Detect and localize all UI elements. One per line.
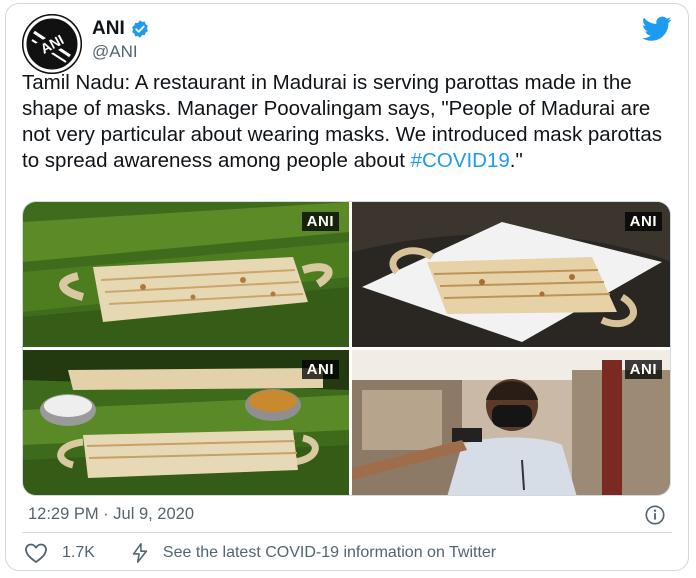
- ani-watermark: ANI: [624, 212, 662, 231]
- photo-parotta-bowls[interactable]: ANI: [23, 350, 349, 495]
- photo-parotta-plate-image: [352, 202, 670, 347]
- author-handle[interactable]: @ANI: [92, 42, 138, 62]
- like-count[interactable]: 1.7K: [62, 544, 95, 562]
- divider: [22, 532, 672, 533]
- tweet-timestamp[interactable]: 12:29 PM · Jul 9, 2020: [28, 505, 194, 524]
- ani-watermark: ANI: [624, 360, 662, 379]
- tweet-text-end: .": [509, 149, 523, 172]
- photo-parotta-leaf-image: [23, 202, 349, 347]
- heart-icon[interactable]: [24, 542, 48, 564]
- verified-badge-icon: [131, 20, 148, 38]
- photo-parotta-plate[interactable]: ANI: [352, 202, 670, 347]
- tweet-text-main: Tamil Nadu: A restaurant in Madurai is s…: [22, 71, 662, 172]
- photo-parotta-bowls-image: [23, 350, 349, 495]
- covid-info-link[interactable]: See the latest COVID-19 information on T…: [163, 544, 496, 562]
- photo-parotta-leaf[interactable]: ANI: [23, 202, 349, 347]
- author-name[interactable]: ANI: [92, 18, 125, 40]
- hashtag-link[interactable]: #COVID19: [411, 149, 510, 172]
- lightning-bolt-icon: [132, 543, 148, 563]
- ani-logo-icon: ANI: [22, 14, 82, 74]
- author-row: ANI: [92, 18, 150, 40]
- media-grid: ANI ANI ANI ANI: [22, 201, 671, 496]
- ani-watermark: ANI: [301, 212, 339, 231]
- avatar[interactable]: ANI: [22, 14, 82, 74]
- info-icon[interactable]: [644, 504, 666, 526]
- tweet-card: ANI ANI @ANI Tamil Nadu: A restaurant in…: [5, 3, 689, 571]
- twitter-bird-icon[interactable]: [642, 16, 672, 42]
- tweet-text: Tamil Nadu: A restaurant in Madurai is s…: [22, 70, 682, 174]
- actions-bar: 1.7K See the latest COVID-19 information…: [24, 542, 496, 564]
- ani-watermark: ANI: [301, 360, 339, 379]
- photo-manager-interview[interactable]: ANI: [352, 350, 670, 495]
- photo-manager-interview-image: [352, 350, 670, 495]
